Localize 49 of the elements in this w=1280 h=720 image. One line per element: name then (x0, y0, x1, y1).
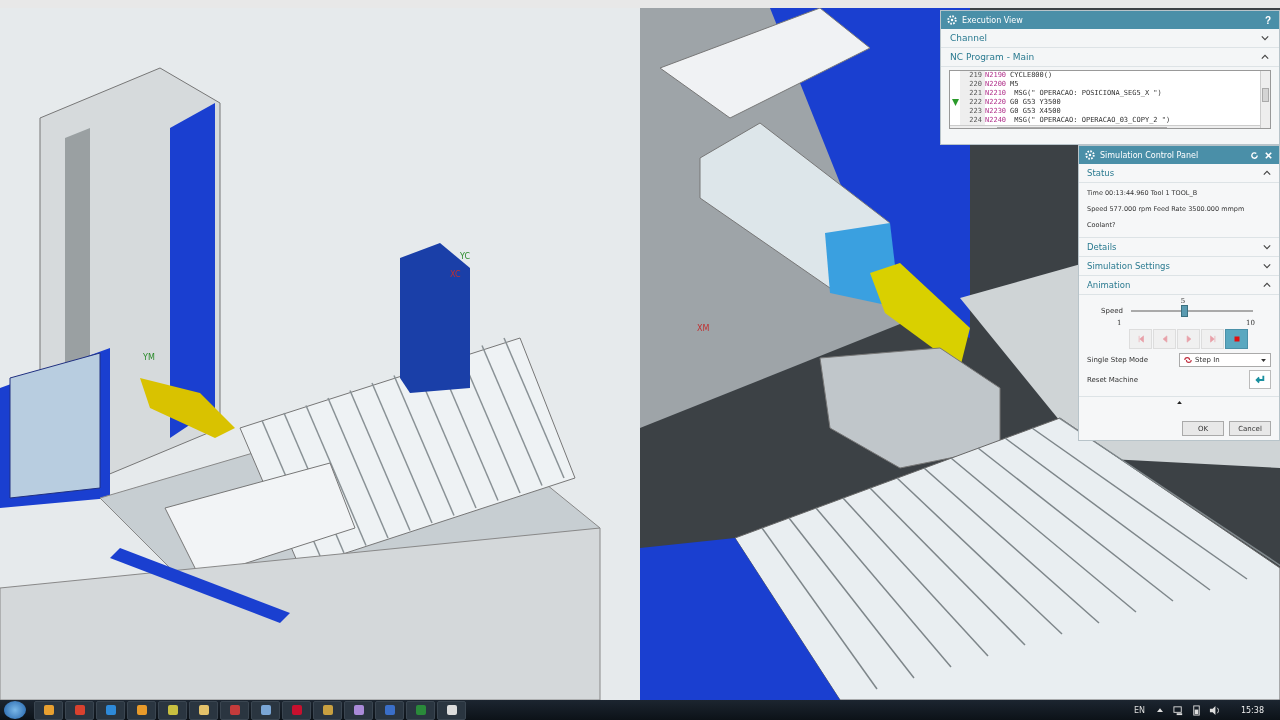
axis-label: YM (143, 353, 155, 362)
speaker-icon[interactable] (1208, 704, 1220, 716)
section-header[interactable]: Animation (1079, 276, 1279, 295)
vertical-scrollbar[interactable] (1260, 71, 1270, 128)
chevron-icon (1261, 35, 1269, 41)
dropdown-caret-icon (1261, 358, 1266, 362)
help-button[interactable]: ? (1262, 14, 1273, 26)
section-header[interactable]: Details (1079, 238, 1279, 257)
taskbar-app-icon[interactable] (189, 700, 218, 720)
reset-machine-button[interactable] (1249, 370, 1271, 389)
taskbar-app-icon[interactable] (344, 700, 373, 720)
play-icon (1183, 334, 1194, 344)
collapse-arrow-icon[interactable] (1176, 401, 1182, 404)
gear-icon (947, 15, 957, 25)
section-header[interactable]: Channel (941, 29, 1279, 48)
chevron-icon (1261, 54, 1269, 60)
return-arrow-icon (1254, 374, 1266, 385)
start-button[interactable] (4, 701, 26, 719)
chevron-icon (1263, 282, 1271, 288)
taskbar-app-icon[interactable] (34, 700, 63, 720)
panel-title: Simulation Control Panel (1100, 150, 1199, 160)
chevron-icon (1263, 263, 1271, 269)
gear-icon (1085, 150, 1095, 160)
step-icon (1184, 356, 1192, 364)
axis-label: XM (697, 324, 710, 333)
panel-title: Execution View (962, 15, 1023, 25)
taskbar-app-icon[interactable] (313, 700, 342, 720)
slider-thumb[interactable] (1181, 305, 1189, 317)
axis-label: XC (450, 270, 461, 279)
last-icon (1207, 334, 1218, 344)
battery-icon[interactable] (1190, 704, 1202, 716)
chevron-icon (1263, 244, 1271, 250)
clock[interactable]: 15:38 (1240, 705, 1264, 715)
network-icon[interactable] (1172, 704, 1184, 716)
first-icon (1135, 334, 1146, 344)
close-icon[interactable] (1264, 150, 1273, 160)
taskbar-app-icon[interactable] (158, 700, 187, 720)
taskbar-app-icon[interactable] (251, 700, 280, 720)
axis-label: YC (460, 252, 471, 261)
section-header[interactable]: Status (1079, 164, 1279, 183)
taskbar-app-icon[interactable] (127, 700, 156, 720)
chevron-icon (1263, 170, 1271, 176)
language-indicator[interactable]: EN (1133, 705, 1145, 715)
taskbar-app-icon[interactable] (437, 700, 466, 720)
show-hidden-icons-icon[interactable] (1156, 708, 1163, 712)
section-header[interactable]: NC Program - Main (941, 48, 1279, 67)
horizontal-scrollbar[interactable] (950, 125, 1260, 128)
section-header[interactable]: Simulation Settings (1079, 257, 1279, 276)
reset-icon[interactable] (1250, 150, 1259, 160)
